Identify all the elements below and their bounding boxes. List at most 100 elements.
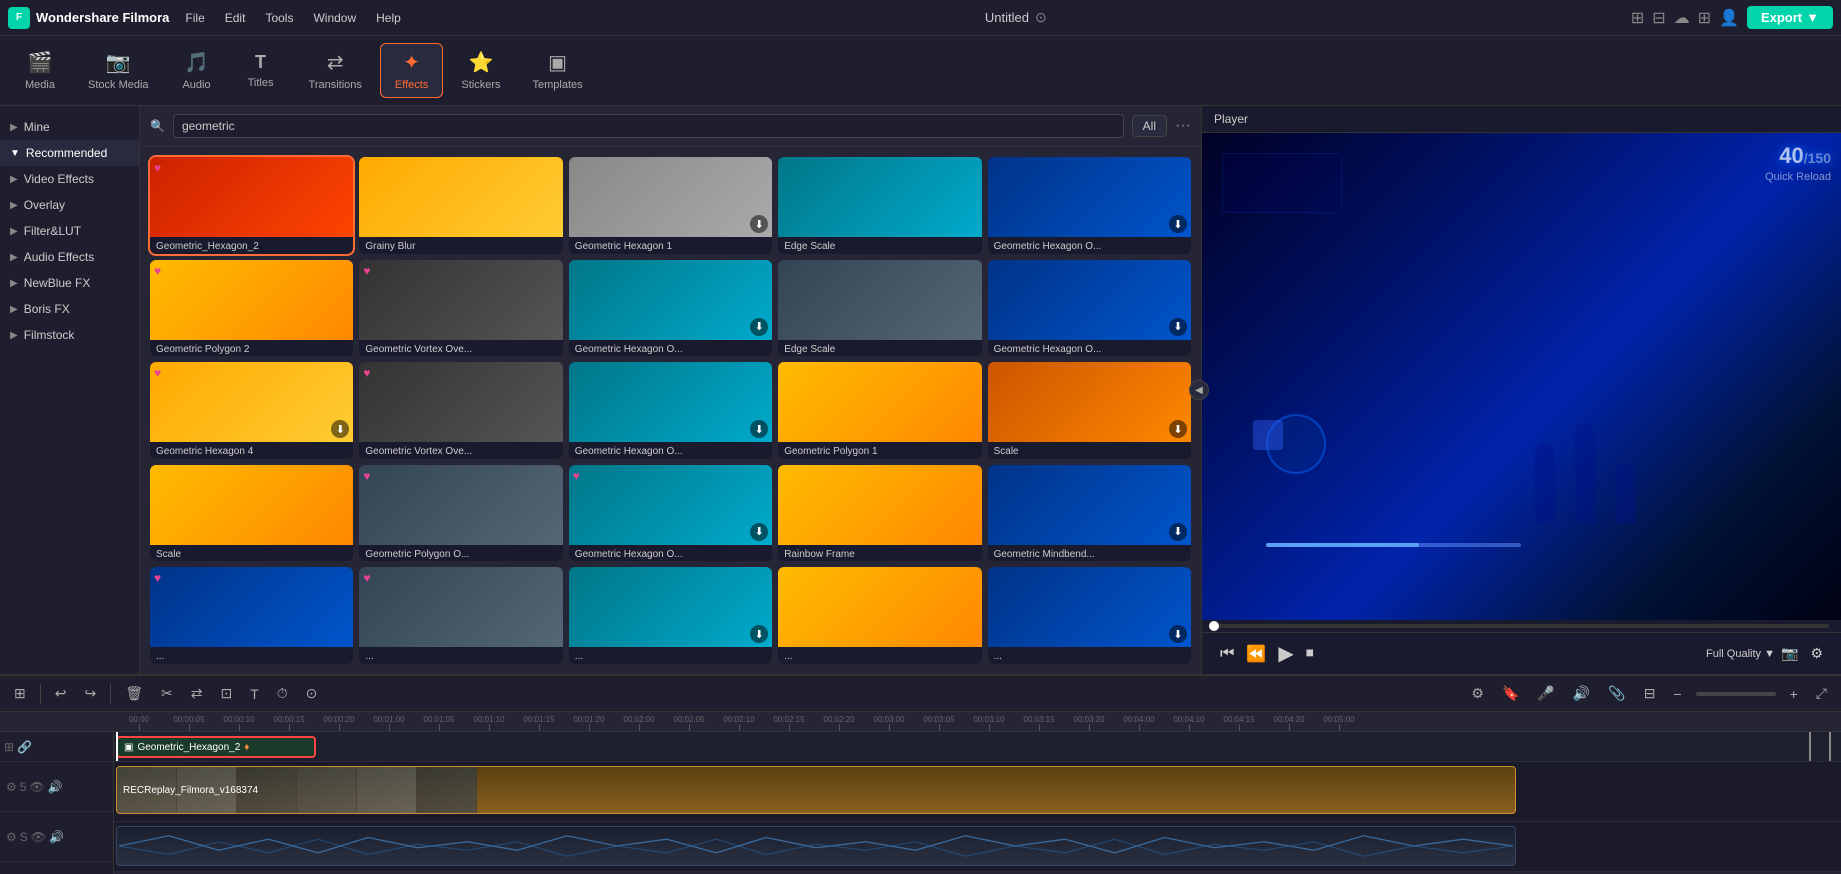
toolbar-audio[interactable]: 🎵 Audio [167, 44, 227, 97]
speed-button[interactable]: ⏱ [273, 683, 292, 704]
menu-tools[interactable]: Tools [265, 11, 293, 25]
toolbar-stock-media[interactable]: 📷 Stock Media [74, 44, 163, 97]
effect-card-22[interactable]: ♥ ... [359, 567, 562, 664]
effect-card-2[interactable]: Grainy Blur [359, 157, 562, 254]
sidebar-item-overlay[interactable]: ▶ Overlay [0, 192, 139, 218]
effect-card-14[interactable]: Geometric Polygon 1 [778, 362, 981, 459]
zoom-out-button[interactable]: − [1669, 684, 1685, 704]
clip-button[interactable]: 📎 [1604, 683, 1629, 704]
more-options-button[interactable]: ··· [1175, 117, 1191, 135]
user-icon[interactable]: 👤 [1719, 8, 1739, 28]
sidebar-item-recommended[interactable]: ▼ Recommended [0, 140, 139, 166]
fullscreen-timeline-button[interactable]: ⤢ [1812, 683, 1831, 704]
download-icon-13[interactable]: ⬇ [750, 420, 768, 438]
download-icon-10[interactable]: ⬇ [1169, 318, 1187, 336]
video-clip[interactable]: RECReplay_Filmora_v168374 [116, 766, 1516, 814]
panel-collapse-button[interactable]: ◀ [1189, 380, 1209, 400]
heart-icon-21[interactable]: ♥ [154, 571, 161, 585]
zoom-slider[interactable] [1696, 692, 1776, 696]
color-button[interactable]: ⊙ [302, 683, 322, 704]
stop-button[interactable]: ⏹ [1300, 643, 1320, 665]
redo-button[interactable]: ↪ [80, 683, 100, 704]
track-link-icon[interactable]: 🔗 [17, 740, 32, 754]
download-icon-5[interactable]: ⬇ [1169, 215, 1187, 233]
filter-dropdown[interactable]: All [1132, 115, 1167, 137]
track-audio-mute[interactable]: 🔊 [49, 830, 64, 844]
menu-edit[interactable]: Edit [225, 11, 246, 25]
effect-card-16[interactable]: Scale [150, 465, 353, 562]
heart-icon-6[interactable]: ♥ [154, 264, 161, 278]
toolbar-media[interactable]: 🎬 Media [10, 44, 70, 97]
track-add-icon[interactable]: ⊞ [4, 740, 14, 754]
download-icon-23[interactable]: ⬇ [750, 625, 768, 643]
effect-card-5[interactable]: ⬇ Geometric Hexagon O... [988, 157, 1191, 254]
effect-card-23[interactable]: ⬇ ... [569, 567, 772, 664]
progress-dot[interactable] [1209, 621, 1219, 631]
play-backward-button[interactable]: ⏪ [1240, 642, 1272, 666]
effect-card-4[interactable]: Edge Scale [778, 157, 981, 254]
effect-card-8[interactable]: ⬇ Geometric Hexagon O... [569, 260, 772, 357]
voiceover-button[interactable]: 🔊 [1569, 683, 1594, 704]
cloud-icon[interactable]: ☁ [1674, 8, 1690, 28]
crop-button[interactable]: ⊡ [216, 683, 236, 704]
effect-card-10[interactable]: ⬇ Geometric Hexagon O... [988, 260, 1191, 357]
track-audio-settings[interactable]: ⚙ [6, 830, 17, 844]
download-icon-15[interactable]: ⬇ [1169, 420, 1187, 438]
sidebar-item-audio-effects[interactable]: ▶ Audio Effects [0, 244, 139, 270]
heart-icon-22[interactable]: ♥ [363, 571, 370, 585]
toolbar-titles[interactable]: T Titles [231, 46, 291, 95]
snap-button[interactable]: ⊟ [1640, 683, 1660, 704]
screenshot-button[interactable]: 📷 [1775, 643, 1804, 664]
sidebar-item-newblue-fx[interactable]: ▶ NewBlue FX [0, 270, 139, 296]
heart-icon-12[interactable]: ♥ [363, 366, 370, 380]
settings-button[interactable]: ⚙ [1804, 643, 1829, 664]
download-icon-8[interactable]: ⬇ [750, 318, 768, 336]
heart-icon-1[interactable]: ♥ [154, 161, 161, 175]
effect-card-25[interactable]: ⬇ ... [988, 567, 1191, 664]
effect-card-11[interactable]: ♥ ⬇ Geometric Hexagon 4 [150, 362, 353, 459]
undo-button[interactable]: ↩ [51, 683, 71, 704]
effect-card-21[interactable]: ♥ ... [150, 567, 353, 664]
effect-card-19[interactable]: Rainbow Frame [778, 465, 981, 562]
mic-button[interactable]: 🎤 [1533, 683, 1558, 704]
monitor-icon[interactable]: ⊞ [1631, 8, 1644, 28]
track-mute-audio-icon[interactable]: 🔊 [48, 780, 63, 794]
heart-icon-18[interactable]: ♥ [573, 469, 580, 483]
toolbar-templates[interactable]: ▣ Templates [518, 44, 596, 97]
download-icon-20[interactable]: ⬇ [1169, 523, 1187, 541]
delete-button[interactable]: 🗑 [121, 683, 147, 704]
effect-card-7[interactable]: ♥ Geometric Vortex Ove... [359, 260, 562, 357]
menu-file[interactable]: File [185, 11, 204, 25]
download-icon-25[interactable]: ⬇ [1169, 625, 1187, 643]
sidebar-item-boris-fx[interactable]: ▶ Boris FX [0, 296, 139, 322]
effect-card-12[interactable]: ♥ Geometric Vortex Ove... [359, 362, 562, 459]
heart-icon-17[interactable]: ♥ [363, 469, 370, 483]
track-visible-icon[interactable]: 👁 [29, 780, 44, 794]
track-audio-lock[interactable]: S [20, 830, 28, 844]
player-progress-bar[interactable] [1214, 624, 1829, 628]
audio-clip[interactable] [116, 826, 1516, 866]
zoom-in-button[interactable]: + [1786, 684, 1802, 704]
menu-help[interactable]: Help [376, 11, 401, 25]
effect-clip[interactable]: ▣ Geometric_Hexagon_2 ♦ [116, 736, 316, 758]
menu-window[interactable]: Window [313, 11, 356, 25]
bookmark-button[interactable]: 🔖 [1498, 683, 1523, 704]
sidebar-item-video-effects[interactable]: ▶ Video Effects [0, 166, 139, 192]
effect-card-13[interactable]: ⬇ Geometric Hexagon O... [569, 362, 772, 459]
effect-card-18[interactable]: ♥ ⬇ Geometric Hexagon O... [569, 465, 772, 562]
effect-card-9[interactable]: Edge Scale [778, 260, 981, 357]
track-audio-visible[interactable]: 👁 [31, 830, 46, 844]
toolbar-transitions[interactable]: ⇄ Transitions [295, 44, 376, 97]
timeline-playhead[interactable] [116, 732, 118, 761]
effect-card-3[interactable]: ⬇ Geometric Hexagon 1 [569, 157, 772, 254]
track-settings-icon[interactable]: ⚙ [6, 780, 17, 794]
effect-card-15[interactable]: ⬇ Scale [988, 362, 1191, 459]
download-icon-11[interactable]: ⬇ [331, 420, 349, 438]
toolbar-stickers[interactable]: ⭐ Stickers [447, 44, 514, 97]
text-button[interactable]: T [246, 684, 263, 704]
export-button[interactable]: Export ▼ [1747, 6, 1833, 29]
skip-backward-button[interactable]: ⏮ [1214, 643, 1240, 665]
effect-card-20[interactable]: ⬇ Geometric Mindbend... [988, 465, 1191, 562]
track-lock-icon[interactable]: 5 [20, 780, 27, 794]
timeline-grid-button[interactable]: ⊞ [10, 683, 30, 704]
